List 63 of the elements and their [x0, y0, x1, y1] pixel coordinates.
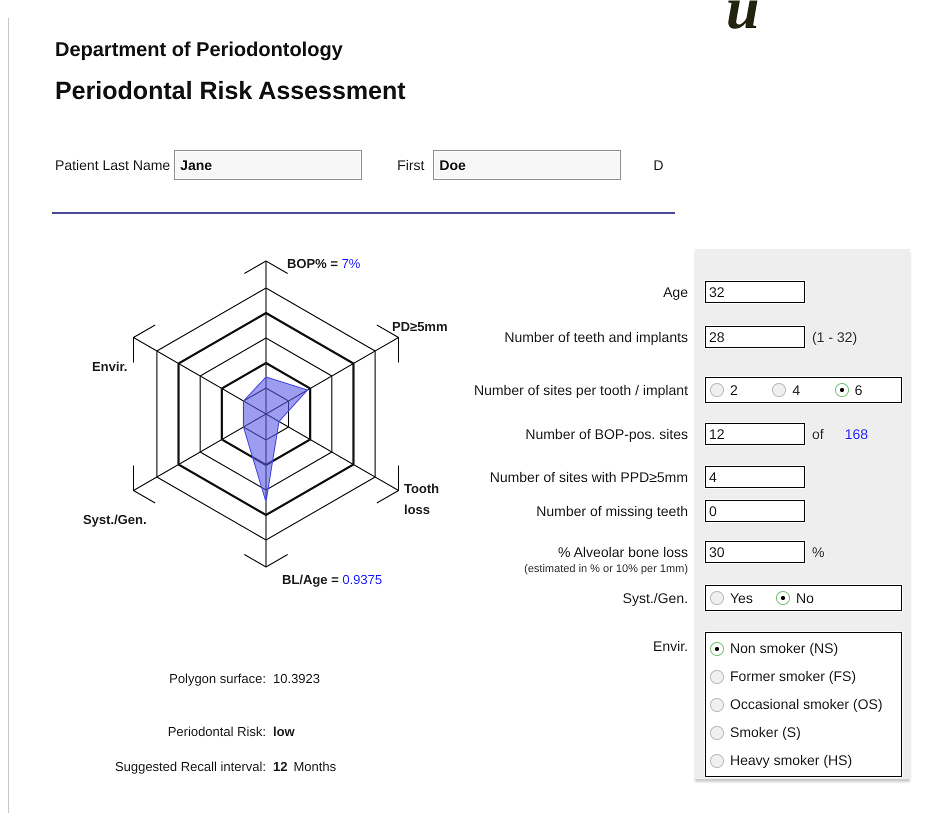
field-label: Patient Last Name	[55, 156, 170, 174]
summary-label: Suggested Recall interval:	[114, 758, 266, 776]
number-field[interactable]: 28	[705, 326, 805, 348]
radio-button[interactable]	[710, 726, 724, 740]
last-name-field[interactable]: Jane	[174, 150, 362, 180]
summary-label: Periodontal Risk:	[166, 722, 266, 740]
number-field[interactable]: 12	[705, 423, 805, 445]
number-field[interactable]: 30	[705, 541, 805, 563]
radio-button[interactable]	[710, 591, 724, 605]
number-field[interactable]: 0	[705, 500, 805, 522]
summary-label: Polygon surface:	[168, 670, 266, 688]
axis-label: BL/Age =	[282, 572, 339, 587]
first-name-field[interactable]: Doe	[433, 150, 622, 180]
radio-button[interactable]	[710, 754, 724, 768]
radio-option[interactable]: Non smoker (NS)	[710, 638, 897, 659]
number-field[interactable]: 32	[705, 281, 805, 303]
radio-option[interactable]: Smoker (S)	[710, 722, 897, 743]
axis-label: PD≥5mm	[392, 318, 448, 336]
field-suffix: of	[812, 424, 824, 444]
logo: u	[726, 0, 760, 38]
radio-button[interactable]	[834, 383, 849, 397]
form-label: Number of missing teeth	[536, 502, 688, 521]
radio-option[interactable]: No	[776, 588, 842, 608]
radio-option[interactable]: 4	[772, 380, 835, 400]
radio-button[interactable]	[772, 383, 786, 397]
radio-button[interactable]	[710, 698, 724, 712]
field-label: First	[397, 156, 424, 174]
radio-button[interactable]	[710, 670, 724, 684]
form-label: Syst./Gen.	[622, 589, 688, 608]
radio-option[interactable]: 6	[834, 380, 897, 400]
radio-button[interactable]	[710, 383, 724, 397]
summary-unit: Months	[293, 758, 336, 776]
summary-value: 10.3923	[273, 670, 320, 688]
radio-option[interactable]: Occasional smoker (OS)	[710, 694, 897, 715]
axis-label: Envir.	[92, 358, 128, 376]
radio-option[interactable]: Heavy smoker (HS)	[710, 750, 897, 771]
field-suffix: (1 - 32)	[812, 328, 858, 347]
form-label: Number of sites with PPD≥5mm	[490, 468, 688, 487]
axis-value: 0.9375	[342, 572, 382, 587]
form-label: Age	[663, 283, 688, 302]
form-label: % Alveolar bone loss	[558, 543, 688, 562]
axis-label: Syst./Gen.	[83, 511, 147, 529]
radio-option[interactable]: Yes	[710, 588, 776, 608]
summary-value: 12	[273, 758, 288, 776]
radio-option[interactable]: 2	[710, 380, 772, 400]
radio-button[interactable]	[710, 642, 724, 656]
axis-label: Tooth loss	[404, 480, 440, 519]
form-label: Number of sites per tooth / implant	[474, 381, 688, 400]
radio-option[interactable]: Former smoker (FS)	[710, 666, 897, 687]
axis-label: BOP% =	[287, 256, 338, 271]
form-label: Envir.	[652, 637, 688, 656]
field-suffix: %	[812, 542, 824, 562]
axis-value: 7%	[342, 256, 360, 271]
form-label: Number of teeth and implants	[504, 328, 688, 347]
page-title: Periodontal Risk Assessment	[55, 76, 407, 106]
summary-value: low	[273, 722, 295, 740]
number-field[interactable]: 4	[705, 466, 805, 488]
radio-button[interactable]	[776, 591, 790, 605]
total-sites: 168	[844, 424, 868, 444]
department-name: Department of Periodontology	[55, 38, 344, 62]
field-label: D	[653, 156, 664, 174]
form-label: Number of BOP-pos. sites	[525, 425, 688, 444]
form-note: (estimated in % or 10% per 1mm)	[524, 563, 688, 575]
